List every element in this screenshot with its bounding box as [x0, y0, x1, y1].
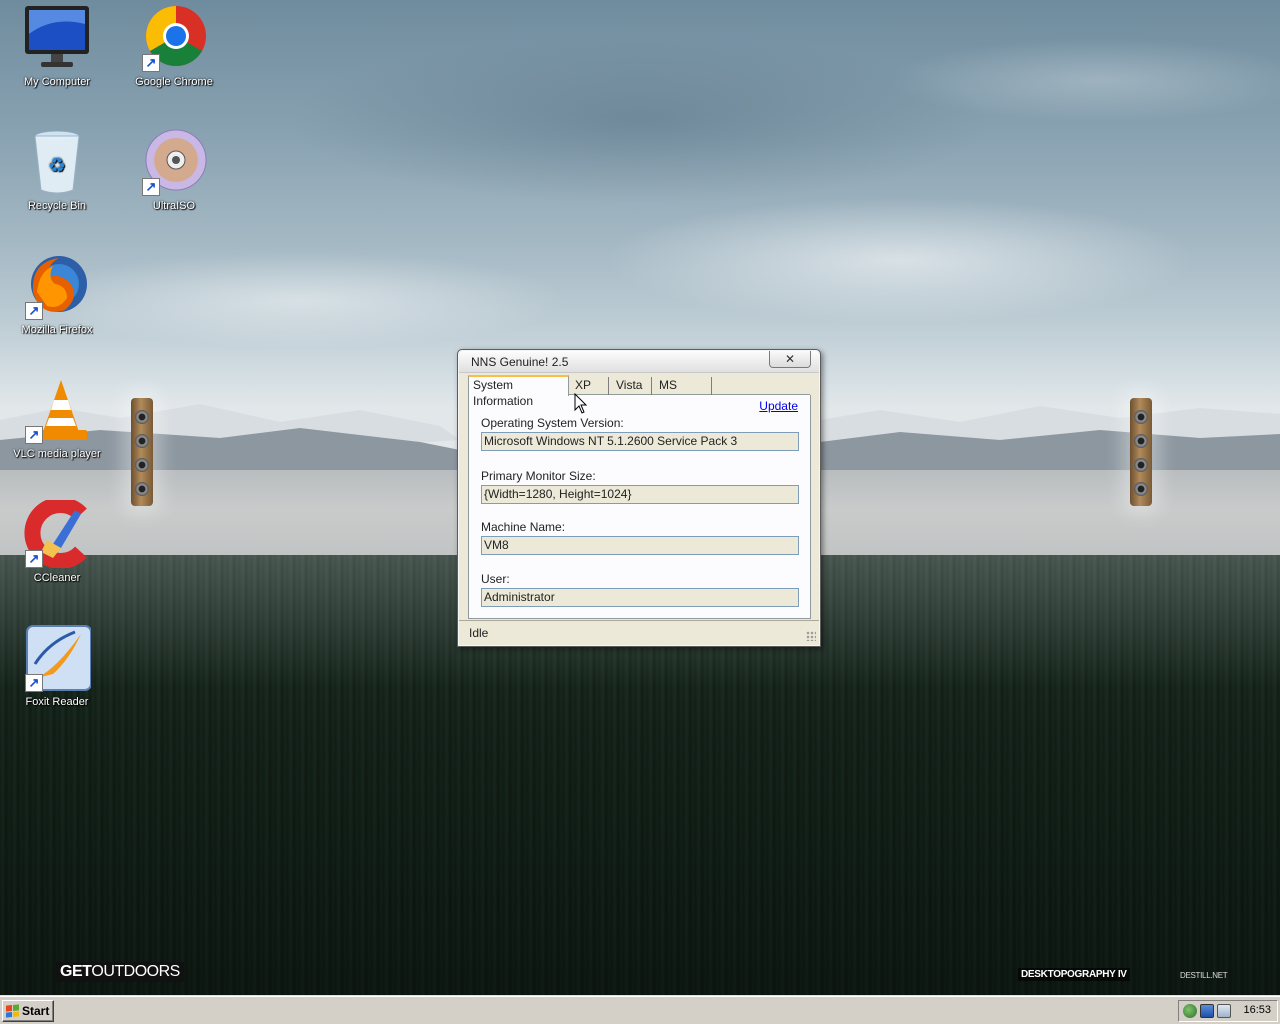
- firefox-icon: ↗: [23, 252, 91, 320]
- shortcut-arrow-icon: ↗: [25, 550, 43, 568]
- recycle-bin-icon: ♻: [23, 128, 91, 196]
- foxit-icon: ↗: [23, 624, 92, 692]
- os-version-label: Operating System Version:: [481, 416, 624, 430]
- start-button[interactable]: Start: [2, 1000, 54, 1022]
- tab-ms-office[interactable]: MS Office: [655, 377, 712, 408]
- desktop-icon-ccleaner[interactable]: ↗ CCleaner: [7, 497, 107, 584]
- user-label: User:: [481, 572, 510, 586]
- shortcut-arrow-icon: ↗: [142, 54, 160, 72]
- clock[interactable]: 16:53: [1243, 1004, 1271, 1016]
- start-label: Start: [22, 1004, 50, 1018]
- monitor-icon: [23, 4, 91, 72]
- shortcut-arrow-icon: ↗: [142, 178, 160, 196]
- system-information-panel: Update Operating System Version: Microso…: [468, 395, 811, 619]
- tab-system-information[interactable]: System Information: [468, 375, 569, 408]
- monitor-tray-icon[interactable]: [1200, 1004, 1214, 1018]
- machine-name-field[interactable]: VM8: [481, 536, 799, 555]
- close-button[interactable]: ✕: [769, 351, 811, 368]
- shortcut-arrow-icon: ↗: [25, 302, 43, 320]
- monitor-size-field[interactable]: {Width=1280, Height=1024}: [481, 485, 799, 504]
- mouse-cursor-icon: [574, 393, 588, 414]
- shortcut-arrow-icon: ↗: [25, 426, 43, 444]
- shortcut-arrow-icon: ↗: [25, 674, 43, 692]
- desktop-icon-recycle-bin[interactable]: ♻ Recycle Bin: [7, 128, 107, 212]
- desktop-icon-ultraiso[interactable]: ↗ UltraISO: [124, 128, 224, 212]
- vlc-cone-icon: ↗: [23, 376, 91, 444]
- svg-text:♻: ♻: [48, 153, 66, 177]
- window-title: NNS Genuine! 2.5: [471, 355, 569, 369]
- desktop-icon-label: CCleaner: [33, 572, 81, 584]
- user-field[interactable]: Administrator: [481, 588, 799, 607]
- desktop-icon-mozilla-firefox[interactable]: ↗ Mozilla Firefox: [7, 252, 107, 336]
- wallpaper-logo-desktopography: DESKTOPOGRAPHY IV: [1018, 968, 1130, 981]
- chrome-icon: ↗: [140, 4, 208, 72]
- desktop-icon-label: Google Chrome: [135, 76, 213, 88]
- desktop-icon-label: Mozilla Firefox: [21, 324, 93, 336]
- desktop-icon-google-chrome[interactable]: ↗ Google Chrome: [124, 4, 224, 88]
- volume-icon[interactable]: [1217, 1004, 1231, 1018]
- desktop-icon-label: Recycle Bin: [27, 200, 87, 212]
- resize-grip-icon[interactable]: [806, 631, 816, 641]
- desktop-icon-label: My Computer: [23, 76, 91, 88]
- ccleaner-icon: ↗: [23, 497, 91, 569]
- window-titlebar[interactable]: NNS Genuine! 2.5 ✕: [459, 351, 819, 373]
- desktop-icon-label: Foxit Reader: [25, 696, 89, 708]
- network-globe-icon[interactable]: [1183, 1004, 1197, 1018]
- status-text: Idle: [469, 626, 489, 640]
- tab-vista[interactable]: Vista: [612, 377, 652, 395]
- wallpaper-logo-destill: DESTILL.NET: [1180, 971, 1228, 980]
- desktop-icon-my-computer[interactable]: My Computer: [7, 4, 107, 88]
- desktop-icon-foxit-reader[interactable]: ↗ Foxit Reader: [7, 624, 107, 708]
- desktop-icon-label: UltraISO: [152, 200, 196, 212]
- wallpaper-logo-getoutdoors: GETOUTDOORS: [56, 962, 184, 982]
- wallpaper-speaker-left: [131, 398, 153, 506]
- monitor-size-label: Primary Monitor Size:: [481, 469, 596, 483]
- taskbar: Start 16:53: [0, 996, 1280, 1024]
- nns-genuine-window: NNS Genuine! 2.5 ✕ System Information XP…: [457, 349, 821, 647]
- machine-name-label: Machine Name:: [481, 520, 566, 534]
- system-tray: 16:53: [1178, 1000, 1278, 1022]
- close-icon: ✕: [784, 352, 796, 366]
- desktop-icon-label: VLC media player: [13, 448, 101, 460]
- windows-logo-icon: [6, 1004, 19, 1018]
- os-version-field[interactable]: Microsoft Windows NT 5.1.2600 Service Pa…: [481, 432, 799, 451]
- disc-icon: ↗: [140, 128, 208, 196]
- status-bar: Idle: [459, 620, 819, 644]
- wallpaper-speaker-right: [1130, 398, 1152, 506]
- desktop-icon-vlc-media-player[interactable]: ↗ VLC media player: [7, 376, 107, 460]
- tab-strip: System Information XP Vista MS Office: [468, 375, 810, 408]
- update-link[interactable]: Update: [759, 399, 798, 413]
